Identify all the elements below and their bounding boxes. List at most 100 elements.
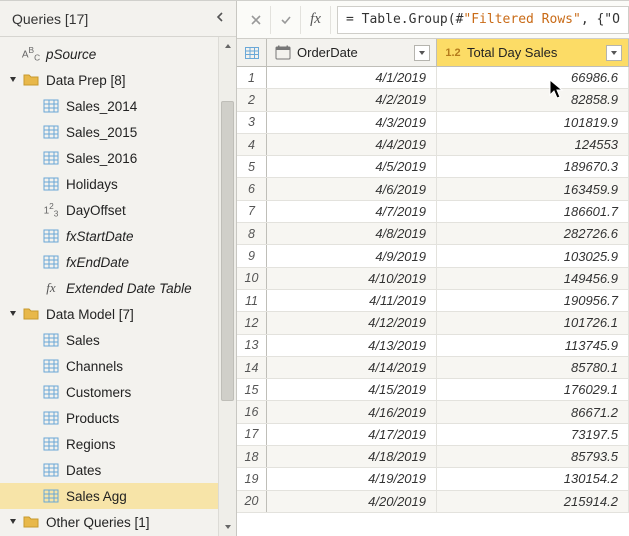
table-row[interactable]: 144/14/201985780.1 [237,357,629,379]
scroll-down-icon[interactable] [219,518,236,536]
cell-orderdate[interactable]: 4/7/2019 [267,201,437,222]
tree-item-fxstart[interactable]: fxStartDate [0,223,236,249]
tree-item-dm[interactable]: Data Model [7] [0,301,236,327]
cell-totaldaysales[interactable]: 86671.2 [437,401,629,422]
cancel-formula-button[interactable] [241,6,271,34]
expand-arrow-icon[interactable] [6,308,20,321]
cell-orderdate[interactable]: 4/11/2019 [267,290,437,311]
tree-item-sales[interactable]: Sales [0,327,236,353]
table-row[interactable]: 134/13/2019113745.9 [237,335,629,357]
tree-item-s16[interactable]: Sales_2016 [0,145,236,171]
tree-item-ext[interactable]: fxExtended Date Table [0,275,236,301]
formula-input[interactable]: = Table.Group(#"Filtered Rows", {"O [337,6,629,34]
cell-orderdate[interactable]: 4/14/2019 [267,357,437,378]
cell-orderdate[interactable]: 4/2/2019 [267,89,437,110]
cell-totaldaysales[interactable]: 101726.1 [437,312,629,333]
cell-totaldaysales[interactable]: 103025.9 [437,245,629,266]
row-number[interactable]: 13 [237,335,267,356]
row-number[interactable]: 8 [237,223,267,244]
select-all-corner[interactable] [237,39,267,66]
row-number[interactable]: 10 [237,268,267,289]
cell-totaldaysales[interactable]: 163459.9 [437,178,629,199]
scroll-thumb[interactable] [221,101,234,401]
tree-item-dataprep[interactable]: Data Prep [8] [0,67,236,93]
row-number[interactable]: 6 [237,178,267,199]
cell-totaldaysales[interactable]: 85780.1 [437,357,629,378]
table-row[interactable]: 64/6/2019163459.9 [237,178,629,200]
scroll-up-icon[interactable] [219,37,236,55]
table-row[interactable]: 174/17/201973197.5 [237,424,629,446]
tree-item-s14[interactable]: Sales_2014 [0,93,236,119]
row-number[interactable]: 19 [237,468,267,489]
cell-orderdate[interactable]: 4/17/2019 [267,424,437,445]
column-header-totaldaysales[interactable]: 1.2 Total Day Sales [437,39,629,66]
table-row[interactable]: 114/11/2019190956.7 [237,290,629,312]
cell-orderdate[interactable]: 4/12/2019 [267,312,437,333]
row-number[interactable]: 12 [237,312,267,333]
tree-item-sagg[interactable]: Sales Agg [0,483,236,509]
table-row[interactable]: 14/1/201966986.6 [237,67,629,89]
row-number[interactable]: 4 [237,134,267,155]
tree-item-pSource[interactable]: ABCpSource [0,41,236,67]
table-row[interactable]: 84/8/2019282726.6 [237,223,629,245]
row-number[interactable]: 5 [237,156,267,177]
row-number[interactable]: 11 [237,290,267,311]
tree-item-fxend[interactable]: fxEndDate [0,249,236,275]
row-number[interactable]: 15 [237,379,267,400]
commit-formula-button[interactable] [271,6,301,34]
tree-item-dates[interactable]: Dates [0,457,236,483]
tree-scrollbar[interactable] [218,37,236,536]
row-number[interactable]: 20 [237,491,267,512]
row-number[interactable]: 1 [237,67,267,88]
cell-totaldaysales[interactable]: 101819.9 [437,112,629,133]
tree-item-prod[interactable]: Products [0,405,236,431]
column-filter-dropdown[interactable] [606,45,622,61]
row-number[interactable]: 3 [237,112,267,133]
table-row[interactable]: 194/19/2019130154.2 [237,468,629,490]
table-row[interactable]: 74/7/2019186601.7 [237,201,629,223]
tree-item-reg[interactable]: Regions [0,431,236,457]
cell-orderdate[interactable]: 4/9/2019 [267,245,437,266]
cell-orderdate[interactable]: 4/16/2019 [267,401,437,422]
cell-orderdate[interactable]: 4/4/2019 [267,134,437,155]
column-filter-dropdown[interactable] [414,45,430,61]
table-row[interactable]: 104/10/2019149456.9 [237,268,629,290]
queries-header[interactable]: Queries [17] [0,1,236,37]
cell-orderdate[interactable]: 4/19/2019 [267,468,437,489]
cell-totaldaysales[interactable]: 124553 [437,134,629,155]
cell-totaldaysales[interactable]: 215914.2 [437,491,629,512]
cell-totaldaysales[interactable]: 66986.6 [437,67,629,88]
cell-orderdate[interactable]: 4/13/2019 [267,335,437,356]
table-row[interactable]: 54/5/2019189670.3 [237,156,629,178]
tree-item-oq[interactable]: Other Queries [1] [0,509,236,535]
cell-orderdate[interactable]: 4/8/2019 [267,223,437,244]
expand-arrow-icon[interactable] [6,516,20,529]
cell-totaldaysales[interactable]: 85793.5 [437,446,629,467]
cell-orderdate[interactable]: 4/6/2019 [267,178,437,199]
table-row[interactable]: 124/12/2019101726.1 [237,312,629,334]
table-row[interactable]: 24/2/201982858.9 [237,89,629,111]
cell-orderdate[interactable]: 4/20/2019 [267,491,437,512]
cell-totaldaysales[interactable]: 176029.1 [437,379,629,400]
row-number[interactable]: 7 [237,201,267,222]
table-row[interactable]: 204/20/2019215914.2 [237,491,629,513]
row-number[interactable]: 2 [237,89,267,110]
collapse-panel-icon[interactable] [214,11,226,26]
row-number[interactable]: 18 [237,446,267,467]
row-number[interactable]: 9 [237,245,267,266]
row-number[interactable]: 14 [237,357,267,378]
cell-orderdate[interactable]: 4/10/2019 [267,268,437,289]
expand-arrow-icon[interactable] [6,74,20,87]
cell-totaldaysales[interactable]: 113745.9 [437,335,629,356]
fx-icon[interactable]: fx [301,6,331,34]
tree-item-dayoff[interactable]: 123DayOffset [0,197,236,223]
cell-orderdate[interactable]: 4/15/2019 [267,379,437,400]
tree-item-s15[interactable]: Sales_2015 [0,119,236,145]
cell-totaldaysales[interactable]: 73197.5 [437,424,629,445]
tree-item-chan[interactable]: Channels [0,353,236,379]
table-row[interactable]: 44/4/2019124553 [237,134,629,156]
cell-orderdate[interactable]: 4/18/2019 [267,446,437,467]
cell-totaldaysales[interactable]: 82858.9 [437,89,629,110]
tree-item-hol[interactable]: Holidays [0,171,236,197]
cell-orderdate[interactable]: 4/1/2019 [267,67,437,88]
